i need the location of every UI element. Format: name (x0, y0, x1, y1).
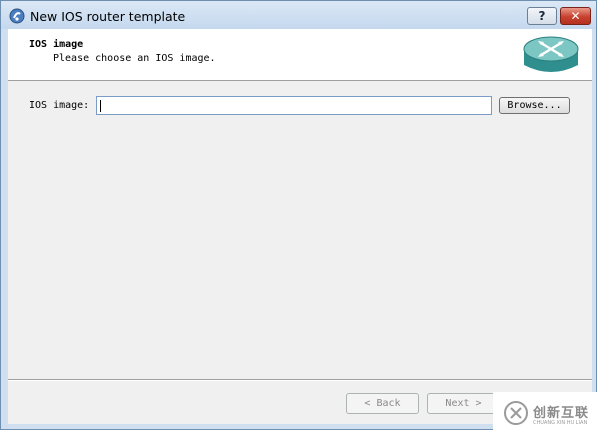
title-bar[interactable]: New IOS router template ? ✕ (1, 1, 596, 29)
wizard-header: IOS image Please choose an IOS image. (8, 29, 592, 81)
chevron-left-icon: < (364, 398, 371, 409)
next-button-label: Next (445, 398, 470, 409)
watermark-text: 创新互联 (533, 406, 590, 421)
dialog-window: New IOS router template ? ✕ IOS image Pl… (0, 0, 597, 430)
router-icon (523, 36, 579, 72)
watermark-subtext: CHUANG XIN HU LIAN (533, 420, 588, 426)
watermark-logo-icon (504, 401, 528, 425)
next-button[interactable]: Next > (427, 393, 500, 414)
page-title: IOS image (29, 39, 84, 50)
back-button-label: Back (376, 398, 401, 409)
window-title: New IOS router template (30, 9, 186, 24)
wizard-body: IOS image Please choose an IOS image. IO… (8, 29, 592, 424)
page-subtitle: Please choose an IOS image. (53, 53, 216, 64)
ios-image-input[interactable] (96, 96, 492, 115)
app-icon (9, 8, 25, 24)
back-button[interactable]: < Back (346, 393, 419, 414)
watermark: 创新互联 CHUANG XIN HU LIAN (493, 392, 601, 436)
browse-button-label: Browse... (507, 100, 562, 111)
chevron-right-icon: > (475, 398, 482, 409)
text-caret (100, 100, 101, 112)
footer-separator (8, 379, 592, 381)
help-button[interactable]: ? (527, 7, 557, 25)
ios-image-label: IOS image: (29, 100, 90, 111)
close-button[interactable]: ✕ (560, 7, 591, 25)
browse-button[interactable]: Browse... (499, 97, 570, 114)
